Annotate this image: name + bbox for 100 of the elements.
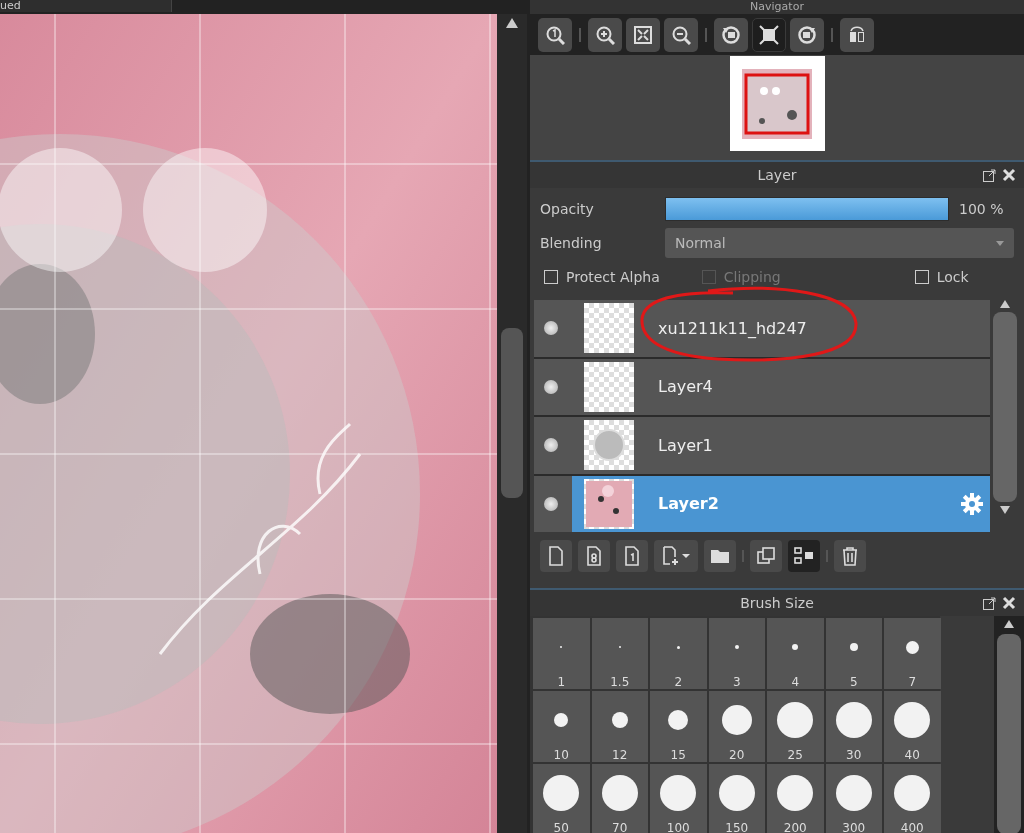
rotate-left-button[interactable] <box>714 17 748 52</box>
brush-size-label: 12 <box>612 748 628 762</box>
brush-size-tile[interactable]: 200 <box>767 764 824 833</box>
fit-screen-button[interactable] <box>626 17 660 52</box>
visibility-toggle[interactable] <box>544 321 558 336</box>
brush-size-tile[interactable]: 15 <box>650 691 707 762</box>
opacity-label: Opacity <box>540 201 595 217</box>
delete-layer-button[interactable] <box>834 540 866 572</box>
brush-dot-icon <box>676 645 680 649</box>
frame-icon <box>759 24 779 45</box>
brush-size-tile[interactable]: 1 <box>533 618 590 689</box>
layer-name: Layer1 <box>658 435 713 455</box>
checkbox-label: Protect Alpha <box>566 269 660 285</box>
brush-dot-icon <box>777 775 814 811</box>
brush-size-tile[interactable]: 400 <box>884 764 941 833</box>
brush-size-tile[interactable]: 20 <box>708 691 765 762</box>
brush-size-tile[interactable]: 2 <box>650 618 707 689</box>
brush-size-tile[interactable]: 12 <box>591 691 648 762</box>
undock-icon[interactable] <box>982 168 996 182</box>
scrollbar-thumb[interactable] <box>501 328 523 498</box>
brush-size-label: 10 <box>553 748 569 762</box>
scrollbar-thumb[interactable] <box>993 312 1017 502</box>
checkbox-label: Clipping <box>723 269 781 285</box>
brush-dot-icon <box>894 702 931 738</box>
layer-row[interactable]: Layer1 <box>534 417 990 474</box>
navigator-preview[interactable] <box>729 56 825 151</box>
frame-button[interactable] <box>752 17 786 52</box>
add-layer-button[interactable] <box>654 540 698 572</box>
brush-size-tile[interactable]: 50 <box>533 764 590 833</box>
vertical-scrollbar[interactable] <box>497 14 527 833</box>
brush-dot-icon <box>894 775 931 811</box>
brush-size-label: 70 <box>612 821 628 833</box>
checkbox[interactable] <box>544 270 558 284</box>
panel-title: Layer <box>757 167 797 183</box>
brush-list-scrollbar[interactable] <box>994 616 1024 833</box>
brush-size-label: 5 <box>849 675 858 689</box>
brush-size-label: 3 <box>732 675 741 689</box>
checkbox[interactable] <box>914 270 929 284</box>
canvas-thumbnail-drawing <box>742 68 812 139</box>
add-document-icon <box>661 545 691 567</box>
brush-size-tile[interactable]: 150 <box>708 764 765 833</box>
gear-icon[interactable] <box>960 491 984 516</box>
copy-icon <box>755 545 777 567</box>
brush-size-tile[interactable]: 7 <box>884 618 941 689</box>
rotate-right-button[interactable] <box>790 17 824 52</box>
brush-dot-icon <box>777 702 814 738</box>
brush-size-label: 150 <box>725 821 749 833</box>
zoom-out-button[interactable] <box>664 17 698 52</box>
new-layer-button[interactable] <box>540 540 572 572</box>
new-1bit-layer-button[interactable] <box>616 540 648 572</box>
undock-icon[interactable] <box>982 596 996 610</box>
merge-layer-button[interactable] <box>788 540 820 572</box>
brush-dot-icon <box>849 643 858 651</box>
visibility-toggle[interactable] <box>544 379 558 394</box>
brush-size-tile[interactable]: 1.5 <box>591 618 648 689</box>
merge-icon <box>793 545 815 567</box>
layer-name: Layer2 <box>658 494 719 514</box>
scroll-down-arrow-icon[interactable] <box>1000 506 1010 514</box>
brush-size-tile[interactable]: 30 <box>825 691 882 762</box>
folder-button[interactable] <box>704 540 736 572</box>
brush-size-tile[interactable]: 25 <box>767 691 824 762</box>
panel-title: Brush Size <box>740 595 814 611</box>
brush-size-label: 1 <box>557 675 566 689</box>
brush-size-tile[interactable]: 3 <box>708 618 765 689</box>
dropdown-caret-icon <box>996 240 1004 246</box>
duplicate-layer-button[interactable] <box>750 540 782 572</box>
flip-button[interactable] <box>840 17 874 52</box>
brush-size-tile[interactable]: 40 <box>884 691 941 762</box>
brush-dot-icon <box>718 775 755 811</box>
brush-dot-icon <box>734 645 739 649</box>
close-icon[interactable] <box>1002 596 1016 610</box>
checkbox-label: Lock <box>936 269 969 285</box>
scroll-up-arrow-icon[interactable] <box>1004 620 1014 628</box>
brush-size-label: 4 <box>791 675 800 689</box>
layer-row[interactable]: Layer4 <box>534 358 990 415</box>
brush-size-label: 7 <box>908 675 917 689</box>
brush-dot-icon <box>543 775 580 811</box>
scroll-up-arrow-icon[interactable] <box>1000 300 1010 308</box>
brush-dot-icon <box>668 710 689 730</box>
layer-row[interactable]: xu1211k11_hd247 <box>534 300 990 357</box>
new-8bit-layer-button[interactable] <box>578 540 610 572</box>
document-tab[interactable]: ued <box>0 0 172 12</box>
visibility-toggle[interactable] <box>544 438 558 453</box>
brush-size-tile[interactable]: 5 <box>825 618 882 689</box>
zoom-actual-button[interactable] <box>538 17 572 52</box>
brush-size-tile[interactable]: 4 <box>767 618 824 689</box>
blending-label: Blending <box>540 235 603 251</box>
brush-dot-icon <box>792 644 799 650</box>
layer-row[interactable]: Layer2 <box>534 475 990 532</box>
brush-size-tile[interactable]: 100 <box>650 764 707 833</box>
brush-size-tile[interactable]: 10 <box>533 691 590 762</box>
brush-size-tile[interactable]: 70 <box>591 764 648 833</box>
visibility-toggle[interactable] <box>544 496 558 511</box>
opacity-slider[interactable] <box>665 197 949 221</box>
close-icon[interactable] <box>1002 168 1016 182</box>
scroll-up-arrow-icon[interactable] <box>506 18 518 28</box>
blending-dropdown[interactable]: Normal <box>665 228 1014 258</box>
scrollbar-thumb[interactable] <box>997 634 1021 833</box>
brush-size-tile[interactable]: 300 <box>825 764 882 833</box>
zoom-in-button[interactable] <box>588 17 622 52</box>
